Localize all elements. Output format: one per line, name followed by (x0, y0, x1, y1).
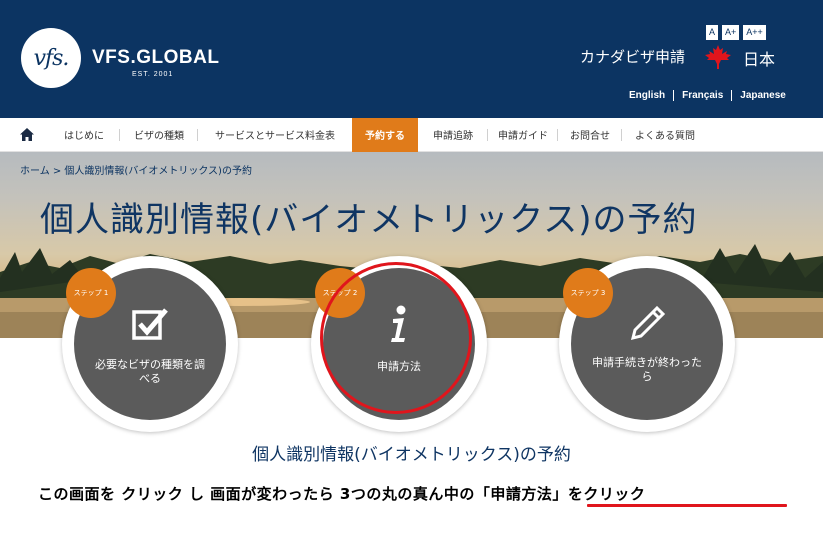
font-size-small-button[interactable]: A (706, 25, 719, 40)
lang-french-link[interactable]: Français (674, 90, 731, 101)
logo-est: EST. 2001 (132, 71, 174, 78)
pencil-icon (630, 305, 666, 341)
language-links: English Français Japanese (621, 90, 794, 101)
page-title: 個人識別情報(バイオメトリックス)の予約 (40, 200, 698, 240)
breadcrumb[interactable]: ホーム > 個人識別情報(バイオメトリックス)の予約 (20, 162, 252, 177)
nav-item-intro[interactable]: はじめに (48, 118, 120, 152)
font-size-medium-button[interactable]: A+ (722, 25, 740, 40)
nav-item-visa-types[interactable]: ビザの種類 (120, 118, 198, 152)
home-icon (20, 128, 34, 141)
site-header: vfs. VFS.GLOBAL EST. 2001 A A+ A++ カナダビザ… (0, 0, 823, 118)
logo-text: VFS.GLOBAL (92, 47, 220, 68)
country-title: カナダビザ申請 (580, 48, 686, 66)
instruction-text: この画面を クリック し 画面が変わったら 3つの丸の真ん中の「申請方法」をクリ… (38, 485, 646, 503)
nav-item-guide[interactable]: 申請ガイド (488, 118, 558, 152)
maple-leaf-icon (705, 45, 731, 69)
step-1-label: 必要なビザの種類を調べる (95, 358, 205, 385)
nav-item-services[interactable]: サービスとサービス料金表 (198, 118, 352, 152)
font-size-controls: A A+ A++ (706, 25, 766, 40)
step-1-badge: ステップ 1 (66, 268, 116, 318)
font-size-large-button[interactable]: A++ (743, 25, 766, 40)
lang-japanese-link[interactable]: Japanese (732, 90, 794, 101)
vfs-logo[interactable]: vfs. (21, 28, 81, 88)
nav-item-tracking[interactable]: 申請追跡 (418, 118, 488, 152)
nav-item-booking[interactable]: 予約する (352, 117, 418, 152)
step-1-card[interactable]: 必要なビザの種類を調べる ステップ 1 (62, 256, 238, 432)
section-title: 個人識別情報(バイオメトリックス)の予約 (252, 445, 571, 465)
lang-english-link[interactable]: English (621, 90, 673, 101)
highlight-red-underline (587, 504, 787, 507)
step-3-label: 申請手続きが終わったら (592, 356, 702, 383)
nav-item-faq[interactable]: よくある質問 (622, 118, 708, 152)
step-3-badge: ステップ 3 (563, 268, 613, 318)
country-name: 日本 (743, 50, 776, 69)
checkbox-icon (132, 308, 168, 340)
highlight-red-circle (320, 262, 472, 414)
main-nav: はじめに ビザの種類 サービスとサービス料金表 予約する 申請追跡 申請ガイド … (0, 117, 823, 152)
vfs-logo-mark: vfs. (33, 45, 70, 71)
nav-item-contact[interactable]: お問合せ (558, 118, 622, 152)
step-3-card[interactable]: 申請手続きが終わったら ステップ 3 (559, 256, 735, 432)
nav-home[interactable] (0, 118, 48, 152)
